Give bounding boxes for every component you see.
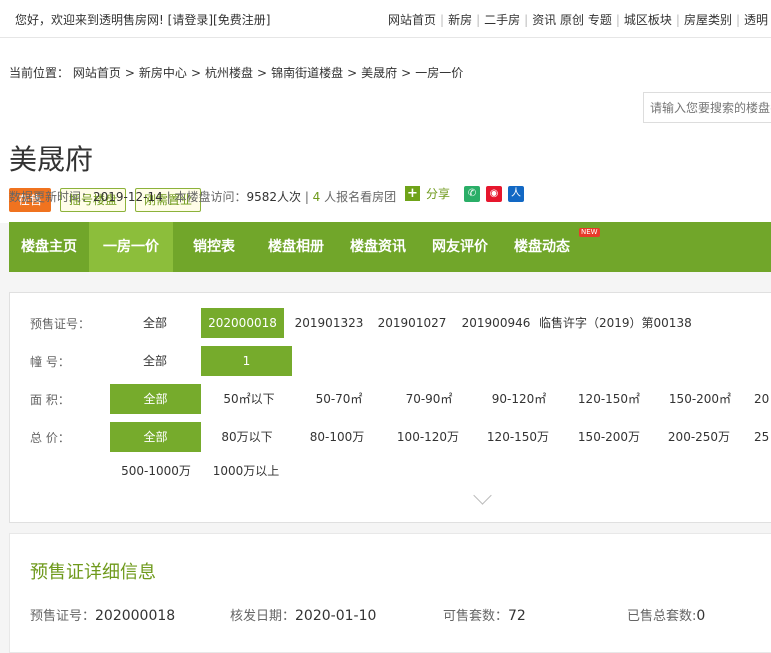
building-option[interactable]: 1 [201,346,292,376]
area-option[interactable]: 90-120㎡ [475,384,563,414]
breadcrumb-city[interactable]: 杭州楼盘 [205,66,253,80]
tab-sales-control[interactable]: 销控表 [173,222,255,272]
top-nav: 网站首页 | 新房 | 二手房 | 资讯 原创 专题 | 城区板块 | 房屋类别 | 透明 [388,13,769,27]
license-option[interactable]: 201900946 [456,308,536,338]
license-option[interactable]: 201901027 [372,308,452,338]
detail-heading: 预售证详细信息 [30,562,156,583]
filter-panel: 预售证号： 全部 202000018 201901323 201901027 2… [9,292,771,523]
price-option[interactable]: 200-250万 [655,422,743,452]
main-menu: 楼盘主页 一房一价 销控表 楼盘相册 楼盘资讯 网友评价 楼盘动态 NEW [9,222,771,272]
update-date: 2019-12-14 [93,190,163,204]
login-link[interactable]: [请登录] [168,13,213,27]
detail-available-label: 可售套数： [443,609,509,624]
detail-license-label: 预售证号： [30,609,96,624]
license-label: 预售证号： [30,317,91,331]
share-bar: + 分享 ✆ ◉ 人 [405,185,525,202]
license-option[interactable]: 临售许字（2019）第00138 [539,308,699,338]
detail-date: 核发日期：2020-01-10 [230,605,376,624]
update-label: 数据更新时间： [9,190,94,204]
top-nav-new[interactable]: 新房 [448,13,472,27]
tab-album[interactable]: 楼盘相册 [255,222,337,272]
breadcrumb: 当前位置： 网站首页 > 新房中心 > 杭州楼盘 > 锦南街道楼盘 > 美晟府 > 一房一价 [9,66,464,80]
price-option[interactable]: 100-120万 [384,422,472,452]
top-bar: 您好，欢迎来到透明售房网! [请登录][免费注册] 网站首页 | 新房 | 二手房 | 资讯… [0,0,771,38]
welcome-text: 您好，欢迎来到透明售房网! [请登录][免费注册] [15,11,270,28]
tab-price-list[interactable]: 一房一价 [89,222,173,272]
price-option[interactable]: 500-1000万 [110,456,202,486]
renren-icon[interactable]: 人 [508,185,525,202]
tab-reviews[interactable]: 网友评价 [419,222,501,272]
area-option[interactable]: 50-70㎡ [295,384,383,414]
wechat-icon[interactable]: ✆ [464,185,481,202]
license-option[interactable]: 201901323 [289,308,369,338]
top-nav-home[interactable]: 网站首页 [388,13,436,27]
breadcrumb-newhouse[interactable]: 新房中心 [139,66,187,80]
price-option[interactable]: 25 [754,422,771,452]
area-label: 面 积： [30,393,70,407]
area-option[interactable]: 50㎡以下 [205,384,293,414]
tab-home[interactable]: 楼盘主页 [9,222,89,272]
license-option-all[interactable]: 全部 [110,308,200,338]
price-option[interactable]: 150-200万 [565,422,653,452]
page-title: 美晟府 [9,143,94,176]
price-option[interactable]: 1000万以上 [202,456,290,486]
detail-license: 预售证号：202000018 [30,605,175,624]
search-input[interactable] [644,93,771,122]
price-option[interactable]: 120-150万 [474,422,562,452]
tab-news[interactable]: 楼盘资讯 [337,222,419,272]
top-nav-news[interactable]: 资讯 原创 专题 [532,13,612,27]
breadcrumb-home[interactable]: 网站首页 [73,66,121,80]
building-label: 幢 号： [30,355,70,369]
detail-license-value: 202000018 [95,608,176,624]
license-option[interactable]: 202000018 [201,308,284,338]
new-badge: NEW [579,228,600,237]
price-option[interactable]: 80-100万 [293,422,381,452]
share-plus-icon[interactable]: + [405,186,420,201]
detail-sold: 已售总套数:0 [627,605,705,624]
signup-text[interactable]: 人报名看房团 [324,190,396,204]
license-detail-panel: 预售证详细信息 预售证号：202000018 核发日期：2020-01-10 可… [9,533,771,653]
detail-available: 可售套数：72 [443,605,526,624]
welcome-message: 您好，欢迎来到透明售房网! [15,13,164,27]
building-option-all[interactable]: 全部 [110,346,200,376]
breadcrumb-prefix: 当前位置： [9,66,70,80]
area-option[interactable]: 20 [754,384,771,414]
area-option[interactable]: 150-200㎡ [656,384,744,414]
area-option-all[interactable]: 全部 [110,384,201,414]
share-label[interactable]: 分享 [426,185,450,202]
price-label: 总 价： [30,431,70,445]
detail-date-value: 2020-01-10 [295,608,377,624]
top-nav-district[interactable]: 城区板块 [624,13,672,27]
signup-count: 4 [312,190,321,204]
area-option[interactable]: 120-150㎡ [565,384,653,414]
register-link[interactable]: [免费注册] [213,13,270,27]
weibo-icon[interactable]: ◉ [486,185,503,202]
breadcrumb-district[interactable]: 锦南街道楼盘 [271,66,343,80]
price-option[interactable]: 80万以下 [203,422,291,452]
top-nav-category[interactable]: 房屋类别 [684,13,732,27]
breadcrumb-current: 一房一价 [415,66,464,80]
visit-count: 9582人次 [246,190,301,204]
top-nav-secondhand[interactable]: 二手房 [484,13,520,27]
detail-sold-label: 已售总套数: [627,609,697,624]
top-nav-more[interactable]: 透明 [744,13,768,27]
detail-sold-value: 0 [696,608,706,624]
detail-date-label: 核发日期： [230,609,296,624]
breadcrumb-project[interactable]: 美晟府 [361,66,397,80]
area-option[interactable]: 70-90㎡ [385,384,473,414]
detail-available-value: 72 [508,608,526,624]
search-box [643,92,771,123]
tab-updates[interactable]: 楼盘动态 [501,222,583,272]
visit-label: 本楼盘访问： [174,190,247,204]
chevron-down-icon[interactable] [473,486,492,505]
price-option-all[interactable]: 全部 [110,422,201,452]
meta-info: 数据更新时间：2019-12-14 | 本楼盘访问：9582人次 | 4 人报名… [9,190,397,204]
